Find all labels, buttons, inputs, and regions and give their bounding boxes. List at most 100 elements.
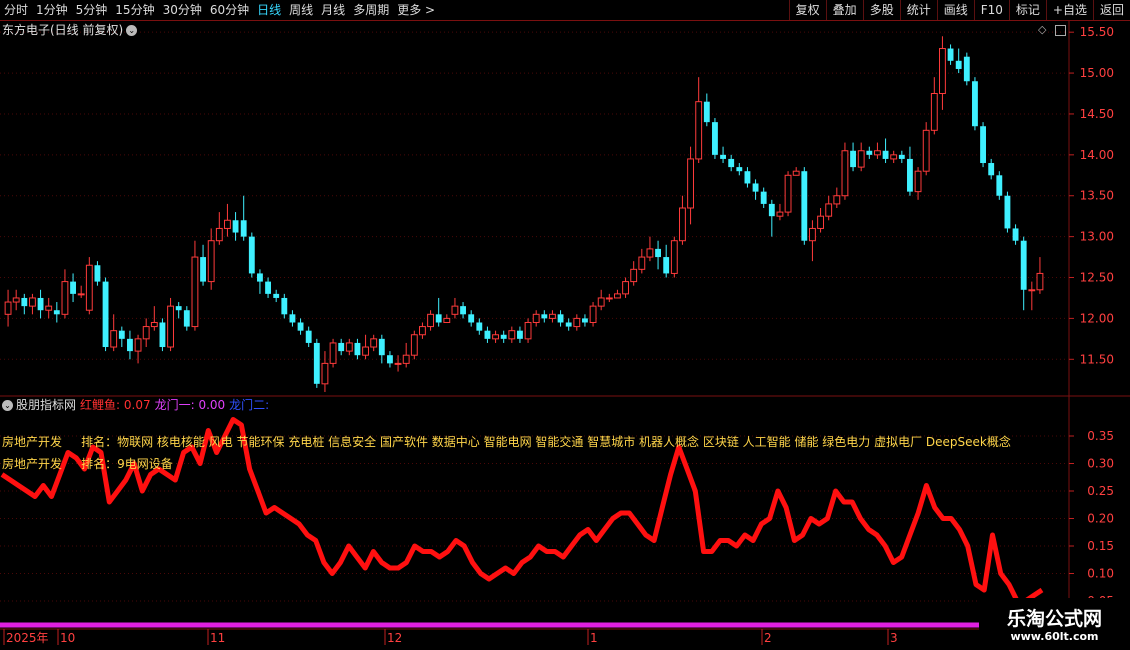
date-label: 1 [590, 631, 598, 645]
date-label: 11 [210, 631, 225, 645]
date-label: 2 [764, 631, 772, 645]
candle-body-down [760, 191, 767, 204]
candle-body-up [630, 268, 638, 283]
candle-body-up [394, 362, 402, 365]
candle-body-up [77, 293, 85, 296]
price-tick-label: 14.00 [1080, 148, 1114, 162]
candle-body-up [597, 297, 605, 307]
candle-body-down [102, 281, 109, 348]
price-grid [0, 31, 1069, 360]
candle-body-up [825, 203, 833, 217]
candle-body-up [345, 342, 353, 352]
candle-body-down [517, 330, 523, 339]
candle-body-down [37, 297, 44, 311]
candle-body-down [703, 101, 710, 123]
candle-body-up [134, 338, 142, 352]
candle-body-up [605, 297, 613, 300]
candle-body-down [736, 167, 743, 172]
candle-body-up [784, 174, 792, 213]
candle-body-down [468, 314, 475, 323]
indicator-tick-label: 0.20 [1087, 512, 1114, 526]
candle-body-down [720, 154, 726, 159]
stock-title[interactable]: 东方电子(日线 前复权) ⌄ [2, 22, 138, 38]
date-label: 3 [890, 631, 898, 645]
indicator-tick-label: 0.30 [1087, 457, 1114, 471]
price-axis: 15.50 15.00 14.50 14.00 13.50 13.00 12.50 12.00… [1069, 25, 1114, 366]
candle-body-up [549, 313, 556, 319]
candle-body-down [980, 126, 986, 164]
price-tick-label: 13.00 [1080, 230, 1114, 244]
candle-body-up [841, 150, 849, 197]
candle-body-up [321, 362, 329, 385]
candle-body-down [378, 338, 385, 356]
candle-body-down [387, 355, 393, 364]
candle-body-up [695, 101, 703, 160]
candle-body-up [922, 129, 930, 172]
candle-body-up [4, 301, 12, 315]
candle-body-down [963, 56, 970, 82]
candle-body-up [329, 342, 337, 364]
candle-body-up [670, 240, 678, 274]
price-tick-label: 13.50 [1080, 189, 1114, 203]
indicator-value-2: 龙门二: [229, 398, 270, 412]
candle-body-down [500, 334, 507, 339]
candle-body-up [451, 305, 459, 315]
candle-body-down [175, 306, 182, 311]
candle-body-down [565, 322, 572, 327]
candle-body-up [589, 305, 597, 323]
candle-body-up [224, 219, 231, 229]
candle-body-down [663, 257, 670, 274]
candle-body-up [792, 170, 800, 176]
candle-body-up [419, 326, 426, 336]
candle-body-down [232, 220, 239, 233]
candle-body-up [492, 334, 499, 340]
candle-body-up [646, 248, 654, 258]
diamond-icon[interactable]: ◇ [1038, 23, 1046, 36]
price-tick-label: 15.00 [1080, 66, 1114, 80]
candle-body-up [215, 227, 223, 242]
candle-body-down [541, 314, 548, 319]
candle-body-down [1004, 195, 1011, 229]
candle-body-up [110, 330, 118, 348]
candle-body-up [191, 256, 199, 328]
chevron-down-icon[interactable]: ⌄ [126, 25, 138, 36]
candle-body-up [45, 305, 53, 311]
candle-body-up [622, 281, 629, 295]
candle-body-down [289, 314, 296, 323]
candle-body-up [150, 321, 158, 328]
price-tick-label: 11.50 [1080, 352, 1114, 366]
chevron-down-icon[interactable]: ⌄ [2, 400, 13, 411]
indicator-name[interactable]: 股朋指标网 [16, 398, 76, 412]
candle-body-up [573, 317, 581, 328]
candle-body-down [265, 281, 271, 294]
candle-body-up [638, 256, 646, 270]
site-logo: 乐淘公式网 www.60lt.com [979, 598, 1130, 650]
logo-url: www.60lt.com [1010, 630, 1099, 643]
chart-area[interactable]: 15.50 15.00 14.50 14.00 13.50 13.00 12.50 12.00… [0, 0, 1130, 650]
candle-body-up [427, 313, 434, 328]
candle-body-down [281, 297, 288, 315]
candlestick-series[interactable] [4, 36, 1044, 392]
date-label: 2025年 [6, 631, 49, 645]
price-tick-label: 14.50 [1080, 107, 1114, 121]
candle-body-down [53, 310, 60, 315]
candle-body-up [857, 150, 865, 168]
candle-body-up [532, 313, 540, 323]
candle-body-down [70, 281, 76, 294]
candle-body-down [273, 293, 280, 298]
candle-body-down [907, 158, 913, 192]
candle-body-down [1020, 240, 1027, 290]
candle-body-up [370, 338, 378, 348]
candle-body-down [476, 322, 483, 331]
candle-body-down [955, 60, 962, 69]
candle-body-up [614, 293, 621, 299]
candle-body-up [1036, 272, 1044, 291]
indicator-header: ⌄ 股朋指标网 红鲤鱼: 0.07 龙门一: 0.00 龙门二: [0, 397, 277, 413]
candle-body-down [354, 342, 361, 356]
square-icon[interactable] [1055, 25, 1066, 36]
indicator-value-0: 红鲤鱼: 0.07 [80, 398, 151, 412]
candle-body-up [61, 281, 69, 315]
candle-body-down [557, 314, 564, 323]
candle-body-down [484, 330, 491, 339]
date-axis: 2025年 10 11 12 1 2 3 [3, 629, 898, 645]
